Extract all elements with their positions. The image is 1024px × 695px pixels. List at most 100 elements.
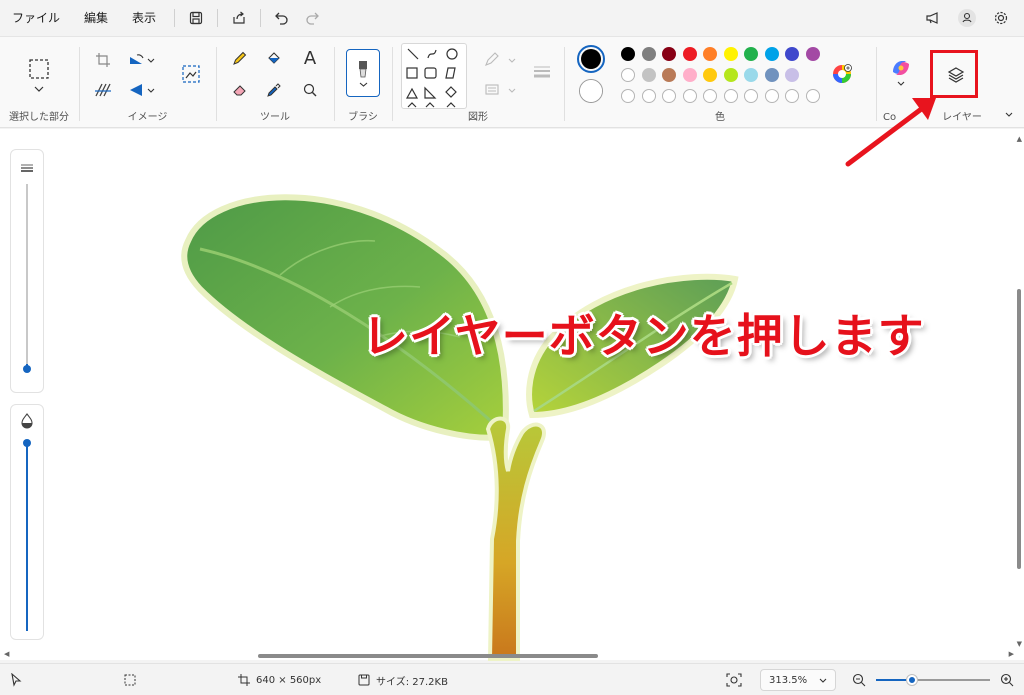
brush-size-slider[interactable] — [10, 149, 44, 393]
primary-color-button[interactable] — [577, 45, 605, 73]
settings-gear-icon[interactable] — [986, 3, 1016, 33]
file-save-icon — [358, 674, 370, 686]
line-width-icon[interactable] — [529, 59, 555, 85]
fit-to-window-icon[interactable] — [726, 664, 742, 695]
crop-icon[interactable] — [90, 47, 116, 73]
flip-chevron-icon[interactable] — [144, 77, 158, 103]
color-swatch[interactable] — [621, 47, 635, 61]
vertical-scrollbar[interactable] — [1017, 289, 1021, 569]
canvas-workspace[interactable]: レイヤーボタンを押します ▲ ▼ ◀ ▶ — [0, 98, 1024, 661]
brush-icon — [359, 61, 367, 78]
color-swatch[interactable] — [764, 68, 779, 82]
zoom-in-icon[interactable] — [1000, 664, 1014, 695]
size-slider-thumb[interactable] — [23, 365, 31, 373]
color-swatch[interactable] — [723, 47, 738, 61]
empty-color-swatch[interactable] — [805, 89, 820, 103]
brush-group: ブラシ — [335, 37, 391, 129]
status-bar: 640 × 560px サイズ: 27.2KB 313.5% — [0, 663, 1024, 695]
empty-color-swatch[interactable] — [641, 89, 656, 103]
opacity-slider-thumb[interactable] — [23, 439, 31, 447]
zoom-level-text: 313.5% — [769, 674, 808, 686]
tools-group: A ツール — [217, 37, 333, 129]
shape-outline-chevron-icon[interactable] — [505, 47, 519, 73]
empty-color-swatch[interactable] — [621, 89, 635, 103]
brush-chevron-icon — [359, 82, 367, 87]
color-swatch[interactable] — [744, 68, 758, 82]
color-swatch[interactable] — [662, 47, 676, 61]
edit-colors-icon[interactable] — [831, 63, 853, 85]
selection-dropdown-chevron-icon[interactable] — [27, 81, 51, 97]
opacity-drop-icon — [21, 413, 33, 429]
annotation-callout-text: レイヤーボタンを押します — [362, 309, 925, 363]
color-swatch[interactable] — [785, 68, 799, 82]
opacity-slider[interactable] — [10, 404, 44, 640]
color-swatch[interactable] — [641, 68, 656, 82]
horizontal-scrollbar[interactable] — [258, 654, 598, 658]
brush-button[interactable] — [346, 49, 380, 97]
color-swatch[interactable] — [703, 68, 717, 82]
scroll-up-arrow-icon[interactable]: ▲ — [1017, 135, 1022, 143]
colors-group: 色 — [565, 37, 875, 129]
zoom-out-icon[interactable] — [852, 664, 866, 695]
save-icon[interactable] — [181, 3, 211, 33]
fill-bucket-icon[interactable] — [261, 45, 287, 71]
empty-color-swatch[interactable] — [703, 89, 717, 103]
color-swatch[interactable] — [621, 68, 635, 82]
text-tool-icon[interactable]: A — [297, 45, 323, 71]
color-swatch[interactable] — [744, 47, 758, 61]
zoom-slider-thumb[interactable] — [907, 675, 917, 685]
secondary-color-button[interactable] — [579, 79, 603, 103]
color-swatch[interactable] — [662, 68, 676, 82]
shape-outline-icon[interactable] — [479, 47, 505, 73]
pencil-icon[interactable] — [227, 45, 253, 71]
canvas-size-icon — [238, 674, 250, 686]
brush-group-label: ブラシ — [348, 112, 378, 123]
resize-icon[interactable] — [90, 77, 116, 103]
color-swatch[interactable] — [764, 47, 779, 61]
scroll-right-arrow-icon[interactable]: ▶ — [1009, 650, 1014, 658]
scroll-down-arrow-icon[interactable]: ▼ — [1017, 640, 1022, 648]
copilot-chevron-icon[interactable] — [892, 77, 910, 89]
canvas-size-indicator: 640 × 560px — [238, 664, 321, 695]
color-swatch[interactable] — [703, 47, 717, 61]
select-rectangle-icon[interactable] — [25, 55, 53, 83]
empty-color-swatch[interactable] — [785, 89, 799, 103]
shapes-gallery[interactable] — [401, 43, 467, 109]
empty-color-swatch[interactable] — [744, 89, 758, 103]
eraser-icon[interactable] — [227, 77, 253, 103]
zoom-chevron-icon — [819, 678, 827, 683]
shape-fill-chevron-icon[interactable] — [505, 77, 519, 103]
account-icon[interactable] — [952, 3, 982, 33]
color-swatch[interactable] — [682, 68, 697, 82]
color-picker-icon[interactable] — [261, 77, 287, 103]
share-icon[interactable] — [224, 3, 254, 33]
megaphone-icon[interactable] — [918, 3, 948, 33]
zoom-level-dropdown[interactable]: 313.5% — [760, 669, 836, 691]
scroll-left-arrow-icon[interactable]: ◀ — [4, 650, 9, 658]
color-swatch[interactable] — [723, 68, 738, 82]
shapes-group-label: 図形 — [468, 112, 488, 123]
selection-group: 選択した部分 — [0, 37, 78, 129]
empty-color-swatch[interactable] — [764, 89, 779, 103]
magnifier-icon[interactable] — [297, 77, 323, 103]
tools-group-label: ツール — [260, 112, 290, 123]
color-swatch[interactable] — [682, 47, 697, 61]
menu-edit[interactable]: 編集 — [72, 0, 120, 36]
stroke-size-icon — [21, 164, 33, 172]
shapes-group: 図形 — [393, 37, 563, 129]
undo-icon[interactable] — [267, 3, 297, 33]
color-swatch[interactable] — [805, 47, 820, 61]
opacity-slider-fill — [26, 443, 28, 631]
color-swatch[interactable] — [641, 47, 656, 61]
shape-fill-icon[interactable] — [479, 77, 505, 103]
menu-view[interactable]: 表示 — [120, 0, 168, 36]
rotate-chevron-icon[interactable] — [144, 47, 158, 73]
empty-color-swatch[interactable] — [682, 89, 697, 103]
empty-color-swatch[interactable] — [662, 89, 676, 103]
color-swatch[interactable] — [785, 47, 799, 61]
redo-icon[interactable] — [297, 3, 327, 33]
image-background-icon[interactable] — [178, 61, 204, 87]
ribbon-collapse-chevron-icon[interactable] — [1000, 107, 1018, 121]
empty-color-swatch[interactable] — [723, 89, 738, 103]
menu-file[interactable]: ファイル — [0, 0, 72, 36]
